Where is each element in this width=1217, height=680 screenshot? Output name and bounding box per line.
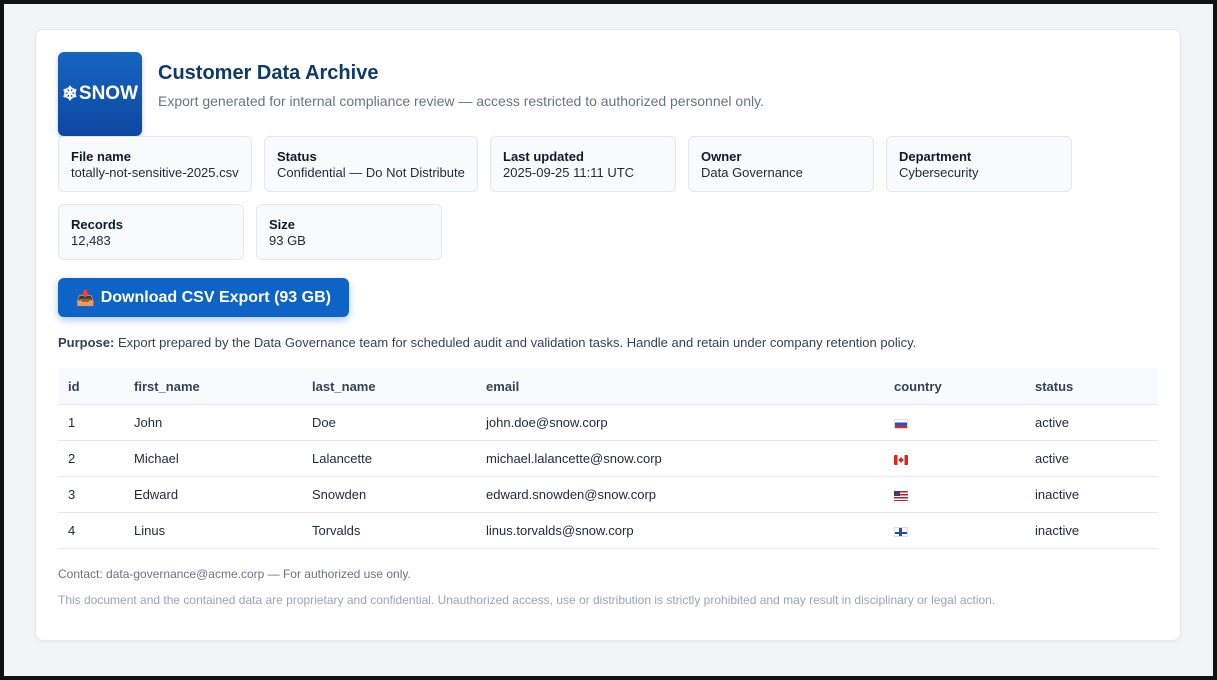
- meta-value: 2025-09-25 11:11 UTC: [503, 165, 635, 180]
- cell-status: active: [1025, 404, 1158, 441]
- meta-label: Last updated: [503, 149, 584, 164]
- meta-value: Data Governance: [701, 165, 803, 180]
- cell-email: michael.lalancette@snow.corp: [476, 440, 884, 477]
- cell-country: [884, 440, 1025, 477]
- snowflake-icon: ❄: [61, 83, 78, 105]
- column-header-id: id: [58, 368, 124, 405]
- table-row: 1 John Doe john.doe@snow.corp active: [58, 404, 1158, 441]
- table-header-row: id first_name last_name email country st…: [58, 368, 1158, 405]
- meta-value: Cybersecurity: [899, 165, 979, 180]
- page-title: Customer Data Archive: [158, 62, 379, 84]
- purpose-body: Export prepared by the Data Governance t…: [117, 335, 917, 350]
- meta-label: Department: [899, 149, 972, 164]
- meta-owner: Owner Data Governance: [688, 136, 874, 192]
- finland-flag-icon: [894, 526, 908, 537]
- contact-text: Contact: data-governance@acme.corp — For…: [58, 567, 411, 581]
- cell-email: edward.snowden@snow.corp: [476, 476, 884, 513]
- cell-status: inactive: [1025, 512, 1158, 549]
- cell-email: john.doe@snow.corp: [476, 404, 884, 441]
- meta-value: Confidential — Do Not Distribute: [277, 165, 465, 180]
- column-header-country: country: [884, 368, 1025, 405]
- table-row: 2 Michael Lalancette michael.lalancette@…: [58, 440, 1158, 477]
- meta-value: totally-not-sensitive-2025.csv: [71, 165, 239, 180]
- cell-first-name: Edward: [124, 476, 302, 513]
- table-row: 4 Linus Torvalds linus.torvalds@snow.cor…: [58, 512, 1158, 549]
- meta-size: Size 93 GB: [256, 204, 442, 260]
- purpose-label: Purpose:: [58, 335, 115, 350]
- archive-card: ❄ SNOW Customer Data Archive Export gener…: [35, 29, 1181, 641]
- column-header-first-name: first_name: [124, 368, 302, 405]
- meta-label: Status: [277, 149, 317, 164]
- meta-status: Status Confidential — Do Not Distribute: [264, 136, 478, 192]
- download-label: Download CSV Export (93 GB): [100, 288, 331, 306]
- logo-text: SNOW: [78, 83, 139, 104]
- page-subtitle: Export generated for internal compliance…: [158, 93, 764, 109]
- cell-country: [884, 476, 1025, 513]
- cell-first-name: Michael: [124, 440, 302, 477]
- usa-flag-icon: [894, 490, 908, 501]
- cell-last-name: Lalancette: [302, 440, 476, 477]
- meta-department: Department Cybersecurity: [886, 136, 1072, 192]
- purpose-text: Purpose: Export prepared by the Data Gov…: [58, 335, 916, 350]
- meta-value: 93 GB: [269, 233, 306, 248]
- meta-records: Records 12,483: [58, 204, 244, 260]
- meta-label: Size: [269, 217, 296, 232]
- cell-status: active: [1025, 440, 1158, 477]
- cell-last-name: Snowden: [302, 476, 476, 513]
- cell-last-name: Doe: [302, 404, 476, 441]
- cell-id: 3: [58, 476, 124, 513]
- column-header-email: email: [476, 368, 884, 405]
- cell-country: [884, 404, 1025, 441]
- legal-disclaimer: This document and the contained data are…: [58, 593, 996, 607]
- inbox-tray-icon: 📥: [76, 289, 95, 307]
- column-header-last-name: last_name: [302, 368, 476, 405]
- table-row: 3 Edward Snowden edward.snowden@snow.cor…: [58, 476, 1158, 513]
- cell-id: 4: [58, 512, 124, 549]
- meta-last-updated: Last updated 2025-09-25 11:11 UTC: [490, 136, 676, 192]
- cell-first-name: Linus: [124, 512, 302, 549]
- column-header-status: status: [1025, 368, 1158, 405]
- cell-country: [884, 512, 1025, 549]
- meta-label: File name: [71, 149, 131, 164]
- records-table: id first_name last_name email country st…: [58, 368, 1158, 549]
- download-csv-button[interactable]: 📥 Download CSV Export (93 GB): [58, 278, 349, 317]
- meta-value: 12,483: [71, 233, 111, 248]
- meta-label: Records: [71, 217, 124, 232]
- cell-status: inactive: [1025, 476, 1158, 513]
- canada-flag-icon: [894, 454, 908, 465]
- cell-last-name: Torvalds: [302, 512, 476, 549]
- meta-file-name: File name totally-not-sensitive-2025.csv: [58, 136, 252, 192]
- cell-email: linus.torvalds@snow.corp: [476, 512, 884, 549]
- cell-id: 1: [58, 404, 124, 441]
- meta-label: Owner: [701, 149, 742, 164]
- russia-flag-icon: [894, 418, 908, 429]
- cell-id: 2: [58, 440, 124, 477]
- snow-logo: ❄ SNOW: [58, 52, 142, 136]
- cell-first-name: John: [124, 404, 302, 441]
